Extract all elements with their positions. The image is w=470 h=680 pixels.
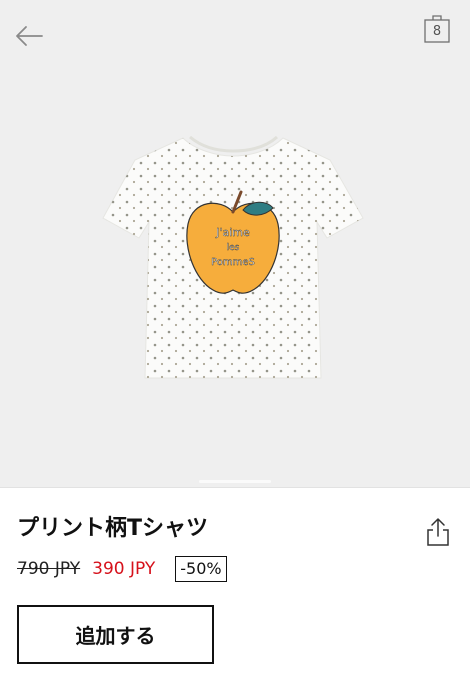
print-text-line1: J'aime xyxy=(215,226,250,239)
share-button[interactable] xyxy=(424,516,452,548)
add-to-cart-button[interactable]: 追加する xyxy=(17,605,214,664)
product-image[interactable]: J'aime les PommeS xyxy=(95,120,370,390)
cart-count: 8 xyxy=(432,24,442,39)
print-text-line2: les xyxy=(227,243,240,253)
original-price: 790 JPY xyxy=(17,559,81,579)
product-gallery[interactable]: 8 J'aime les PommeS xyxy=(0,0,470,487)
discount-badge: -50% xyxy=(175,556,227,582)
slide-indicator xyxy=(199,480,271,483)
arrow-left-icon xyxy=(16,26,43,46)
product-title: プリント柄Tシャツ xyxy=(17,516,209,541)
back-button[interactable] xyxy=(12,22,46,50)
print-text-line3: PommeS xyxy=(211,257,255,268)
cart-button[interactable]: 8 xyxy=(422,12,452,44)
price-row: 790 JPY 390 JPY -50% xyxy=(17,554,227,584)
divider xyxy=(0,487,470,488)
share-icon xyxy=(427,518,449,546)
sale-price: 390 JPY xyxy=(92,559,156,579)
